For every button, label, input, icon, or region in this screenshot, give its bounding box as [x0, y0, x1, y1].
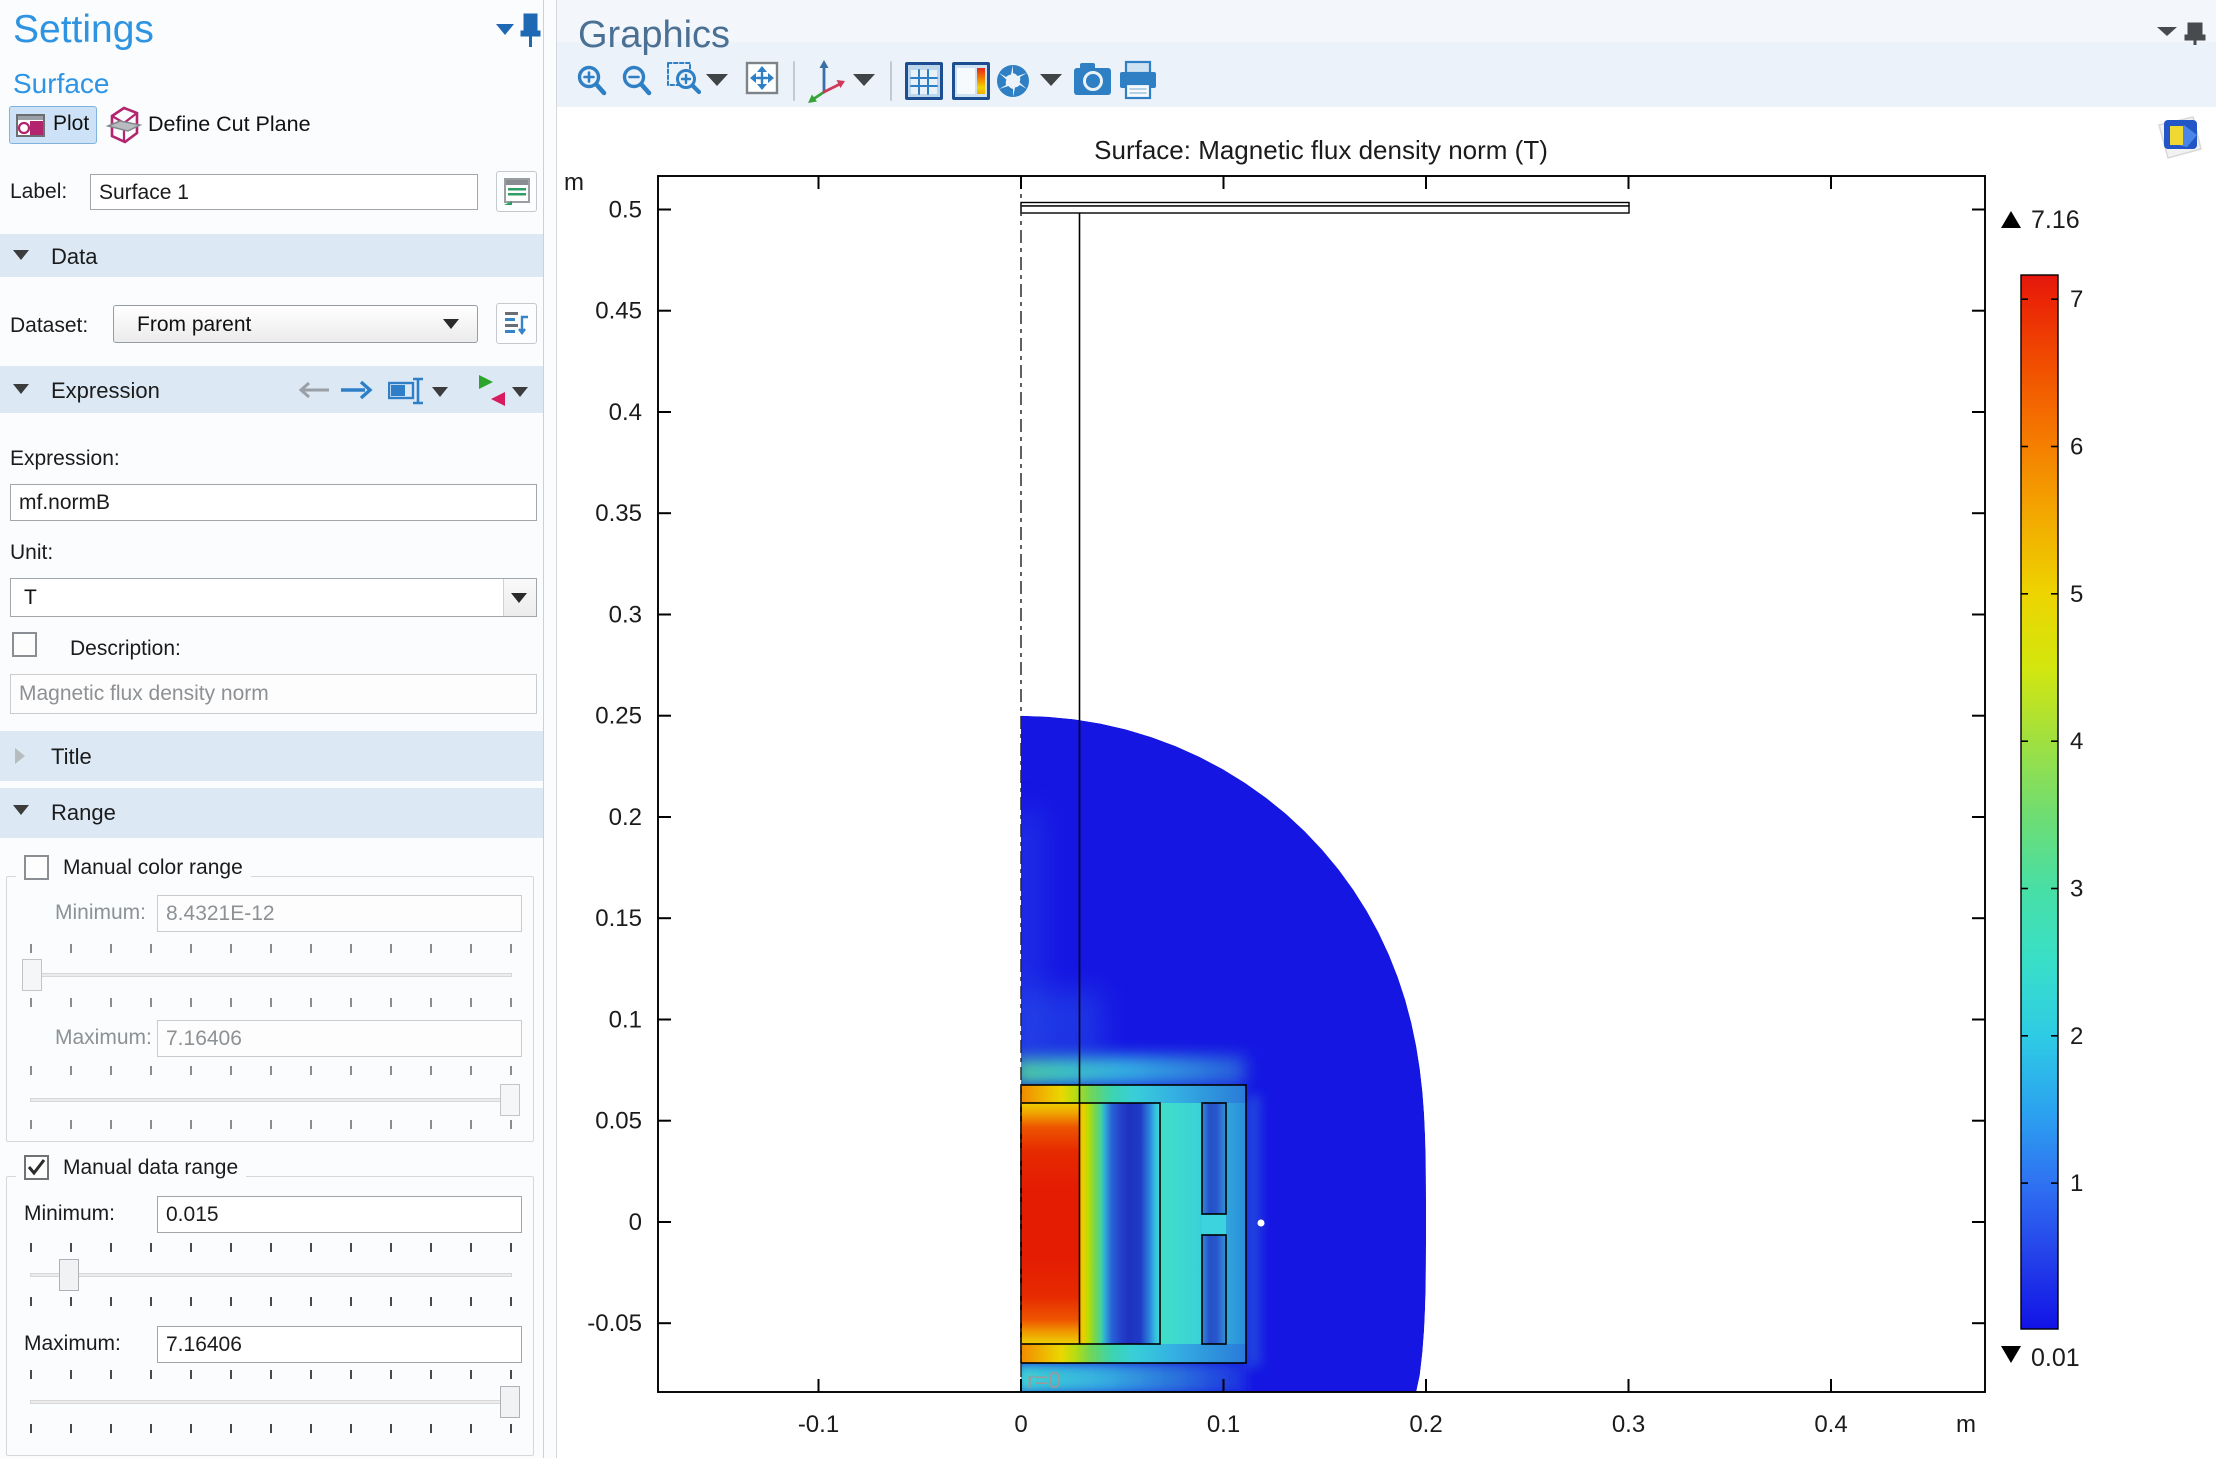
svg-text:0.1: 0.1	[609, 1007, 642, 1034]
svg-text:6: 6	[2070, 434, 2083, 461]
svg-text:7: 7	[2070, 286, 2083, 313]
svg-text:0.2: 0.2	[609, 804, 642, 831]
svg-text:r=0: r=0	[1027, 1367, 1061, 1393]
svg-text:0.01: 0.01	[2031, 1344, 2080, 1372]
svg-text:0.4: 0.4	[609, 399, 642, 426]
svg-text:Surface: Magnetic flux density: Surface: Magnetic flux density norm (T)	[1094, 135, 1548, 165]
svg-text:0.5: 0.5	[609, 197, 642, 224]
svg-text:7.16: 7.16	[2031, 206, 2080, 234]
svg-text:0.45: 0.45	[595, 298, 642, 325]
svg-text:Graphics: Graphics	[578, 14, 730, 56]
svg-text:0.2: 0.2	[1409, 1411, 1442, 1438]
svg-text:0.25: 0.25	[595, 703, 642, 730]
svg-text:-0.1: -0.1	[798, 1411, 839, 1438]
svg-text:0: 0	[629, 1209, 642, 1236]
svg-text:0.3: 0.3	[609, 602, 642, 629]
svg-text:0.35: 0.35	[595, 500, 642, 527]
svg-text:0.05: 0.05	[595, 1108, 642, 1135]
svg-text:0.4: 0.4	[1814, 1411, 1847, 1438]
svg-text:1: 1	[2070, 1170, 2083, 1197]
svg-text:m: m	[1956, 1411, 1976, 1438]
svg-text:0.1: 0.1	[1207, 1411, 1240, 1438]
svg-text:4: 4	[2070, 728, 2083, 755]
svg-text:0.3: 0.3	[1612, 1411, 1645, 1438]
svg-text:m: m	[564, 169, 584, 196]
svg-text:0: 0	[1014, 1411, 1027, 1438]
svg-text:2: 2	[2070, 1023, 2083, 1050]
svg-text:3: 3	[2070, 876, 2083, 903]
svg-text:-0.05: -0.05	[587, 1310, 642, 1337]
svg-text:5: 5	[2070, 581, 2083, 608]
svg-text:0.15: 0.15	[595, 905, 642, 932]
